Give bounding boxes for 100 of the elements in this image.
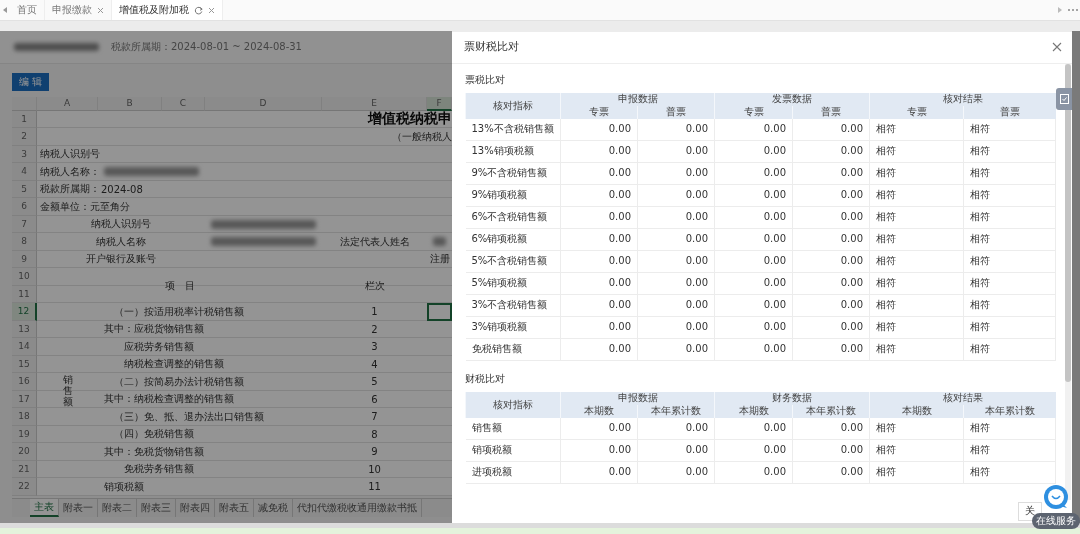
close-icon[interactable] (97, 6, 104, 14)
table-cell: 0.00 (637, 206, 715, 229)
table-cell: 销项税额 (465, 439, 561, 462)
row-number[interactable]: 20 (12, 443, 37, 461)
table-cell: 0.00 (637, 140, 715, 163)
row-number[interactable]: 8 (12, 233, 37, 251)
close-icon[interactable] (208, 6, 215, 14)
table-cell: 相符 (963, 417, 1056, 440)
page-tab[interactable]: 首页 (10, 0, 45, 20)
table-cell: 0.00 (637, 118, 715, 141)
column-header: 核对指标 (465, 391, 561, 418)
table-cell: 9%销项税额 (465, 184, 561, 207)
table-cell: 相符 (963, 118, 1056, 141)
column-header: 财务数据 (714, 391, 870, 405)
table-cell: 0.00 (714, 206, 793, 229)
row-number[interactable]: 6 (12, 198, 37, 216)
table-cell: 0.00 (637, 294, 715, 317)
active-cell[interactable] (427, 303, 452, 321)
row-number[interactable]: 14 (12, 338, 37, 356)
page-tab[interactable]: 增值税及附加税 (112, 0, 223, 20)
table-cell-text: 纳税人识别号 (39, 147, 101, 162)
table-cell: 相符 (869, 338, 964, 361)
table-cell-text: 9 (370, 445, 379, 460)
table-cell: 3%不含税销售额 (465, 294, 561, 317)
table-cell-text: 其中：免税货物销售额 (103, 444, 205, 459)
table-cell: 13%不含税销售额 (465, 118, 561, 141)
table-cell-text: 项 目 (163, 278, 196, 293)
table-cell-text: 2 (370, 322, 379, 337)
column-header[interactable]: B (98, 96, 162, 111)
table-cell: 0.00 (637, 461, 715, 484)
table-cell: 0.00 (792, 417, 870, 440)
row-number[interactable]: 22 (12, 478, 37, 496)
table-cell: 相符 (869, 461, 964, 484)
column-header[interactable]: A (37, 96, 98, 111)
table-cell: 0.00 (792, 162, 870, 185)
row-number[interactable]: 16 (12, 373, 37, 391)
table-cell: 相符 (869, 206, 964, 229)
table-cell: 0.00 (792, 439, 870, 462)
column-header: 发票数据 (714, 92, 870, 106)
sheet-tab[interactable]: 减免税 (254, 498, 293, 517)
column-header[interactable]: D (205, 96, 322, 111)
table-cell: 0.00 (560, 417, 638, 440)
table-cell: 0.00 (714, 184, 793, 207)
table-cell-text: 3 (370, 340, 379, 355)
table-cell: 0.00 (792, 250, 870, 273)
table-cell: 0.00 (637, 184, 715, 207)
table-cell-text: 11 (367, 480, 382, 495)
table-cell-text: 8 (370, 427, 379, 442)
table-cell: 0.00 (560, 461, 638, 484)
table-cell-text: 注册 (429, 252, 451, 267)
row-number[interactable]: 2 (12, 128, 37, 146)
sheet-tab[interactable]: 附表四 (176, 498, 215, 517)
table-cell-text: （三）免、抵、退办法出口销售额 (113, 409, 265, 424)
sheet-tab[interactable]: 代扣代缴税收通用缴款书抵 (293, 498, 422, 517)
table-cell: 9%不含税销售额 (465, 162, 561, 185)
table-cell: 相符 (869, 316, 964, 339)
chat-icon[interactable] (1043, 484, 1069, 510)
table-cell-text: 纳税人名称： (39, 164, 98, 179)
table-cell-text: （四）免税销售额 (113, 427, 195, 442)
table-cell: 0.00 (560, 118, 638, 141)
table-cell: 5%销项税额 (465, 272, 561, 295)
refresh-icon[interactable] (194, 5, 203, 15)
row-number[interactable]: 12 (12, 303, 37, 321)
table-cell: 0.00 (714, 338, 793, 361)
scrollbar[interactable] (1065, 63, 1071, 500)
table-cell-text: 开户银行及账号 (85, 252, 157, 267)
edit-button[interactable]: 编 辑 (12, 72, 50, 91)
table-cell: 0.00 (792, 338, 870, 361)
table-cell: 0.00 (560, 338, 638, 361)
column-header[interactable]: C (162, 96, 205, 111)
table-cell-text: 金额单位：元至角分 (39, 199, 131, 214)
table-cell-text: 4 (370, 357, 379, 372)
table-cell: 相符 (869, 417, 964, 440)
column-header[interactable]: E (322, 96, 427, 111)
sheet-tab[interactable]: 附表五 (215, 498, 254, 517)
table-cell-text: 2024-08 (100, 182, 144, 197)
sheet-tab[interactable]: 主表 (30, 498, 59, 517)
table-cell: 6%销项税额 (465, 228, 561, 251)
close-icon[interactable] (1052, 42, 1062, 53)
table-cell: 进项税额 (465, 461, 561, 484)
table-cell: 0.00 (714, 250, 793, 273)
table-cell: 相符 (869, 272, 964, 295)
column-header: 申报数据 (560, 92, 715, 106)
table-cell-text: 7 (370, 410, 379, 425)
row-number[interactable]: 4 (12, 163, 37, 181)
table-cell-text: （一）按适用税率计税销售额 (113, 304, 245, 319)
table-cell: 0.00 (637, 250, 715, 273)
row-number[interactable]: 10 (12, 268, 37, 286)
table-cell: 0.00 (714, 417, 793, 440)
checklist-button[interactable] (1056, 87, 1072, 110)
table-cell: 0.00 (560, 140, 638, 163)
table-cell: 6%不含税销售额 (465, 206, 561, 229)
table-cell: 0.00 (792, 272, 870, 295)
table-cell: 相符 (869, 294, 964, 317)
sheet-tab[interactable]: 附表三 (137, 498, 176, 517)
table-cell: 销售额 (62, 374, 73, 408)
table-cell-text: 1 (370, 305, 379, 320)
row-number[interactable]: 18 (12, 408, 37, 426)
table-cell-text: 法定代表人姓名 (338, 234, 411, 249)
column-header[interactable]: F (427, 96, 452, 111)
